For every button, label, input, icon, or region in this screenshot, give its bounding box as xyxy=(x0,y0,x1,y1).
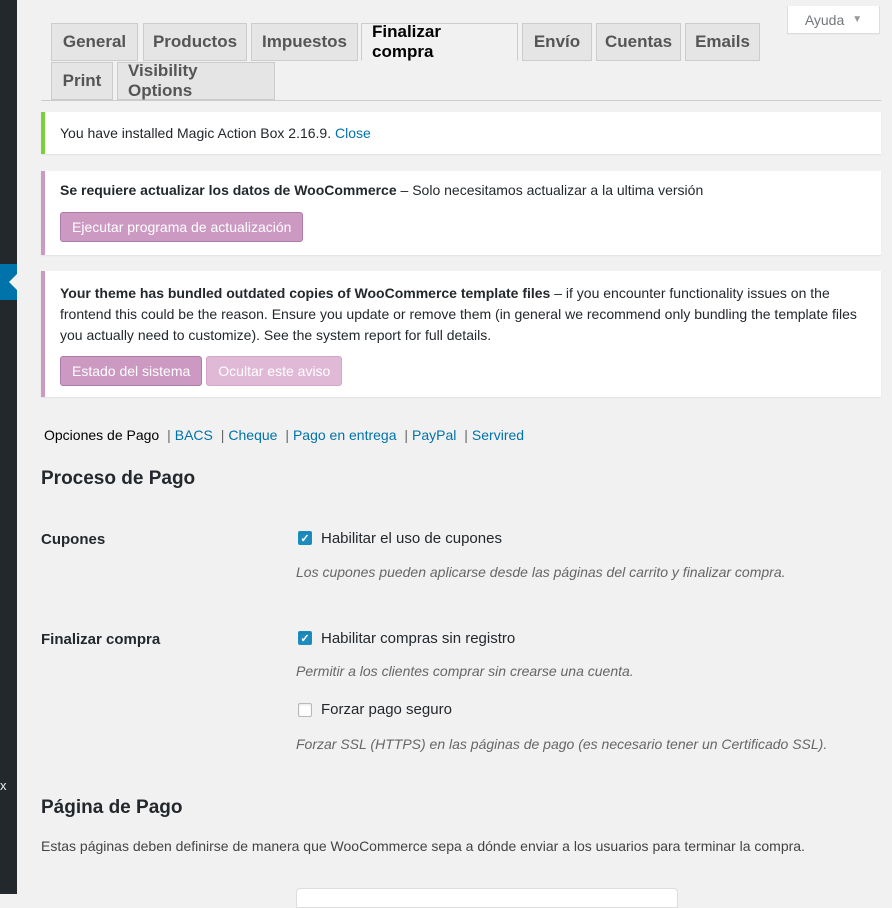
subnav-separator: | xyxy=(464,427,468,443)
settings-tabs: General Productos Impuestos Finalizar co… xyxy=(41,22,881,101)
system-status-button[interactable]: Estado del sistema xyxy=(60,356,203,386)
desc-coupons: Los cupones pueden aplicarse desde las p… xyxy=(296,564,786,580)
checkbox-force-ssl[interactable] xyxy=(298,703,312,717)
notice-woo-update: Se requiere actualizar los datos de WooC… xyxy=(41,171,881,255)
active-arrow-icon xyxy=(9,274,17,290)
sidebar-glyph: x xyxy=(0,778,7,793)
tab-envio[interactable]: Envío xyxy=(522,23,592,61)
subnav-link-servired[interactable]: Servired xyxy=(472,427,524,443)
subnav-link-bacs[interactable]: BACS xyxy=(175,427,213,443)
tab-productos[interactable]: Productos xyxy=(143,23,247,61)
notice-close-link[interactable]: Close xyxy=(335,125,371,141)
subnav-link-pago-entrega[interactable]: Pago en entrega xyxy=(293,427,397,443)
label-checkout: Finalizar compra xyxy=(41,631,161,648)
checkmark-icon: ✓ xyxy=(300,532,310,545)
notice-theme-title: Your theme has bundled outdated copies o… xyxy=(60,285,551,301)
label-coupons: Cupones xyxy=(41,531,106,548)
tab-impuestos[interactable]: Impuestos xyxy=(251,23,358,61)
checkbox-enable-coupons[interactable]: ✓ xyxy=(298,531,312,545)
notice-update-text: – Solo necesitamos actualizar a la ultim… xyxy=(396,182,704,198)
tab-visibility-options[interactable]: Visibility Options xyxy=(117,61,275,100)
desc-guest: Permitir a los clientes comprar sin crea… xyxy=(296,663,634,679)
section-title-process: Proceso de Pago xyxy=(41,468,196,489)
run-update-button[interactable]: Ejecutar programa de actualización xyxy=(60,212,304,242)
tab-emails[interactable]: Emails xyxy=(685,23,760,61)
checkbox-guest-checkout[interactable]: ✓ xyxy=(298,631,312,645)
subnav-link-paypal[interactable]: PayPal xyxy=(412,427,456,443)
tab-cuentas[interactable]: Cuentas xyxy=(596,23,681,61)
pages-intro: Estas páginas deben definirse de manera … xyxy=(41,838,805,854)
tab-finalizar-compra[interactable]: Finalizar compra xyxy=(361,22,518,61)
notice-mab-text: You have installed Magic Action Box 2.16… xyxy=(60,125,332,141)
checkbox-label-ssl: Forzar pago seguro xyxy=(321,701,452,718)
desc-ssl: Forzar SSL (HTTPS) en las páginas de pag… xyxy=(296,736,828,752)
notice-magic-action-box: You have installed Magic Action Box 2.16… xyxy=(41,112,881,154)
notice-outdated-templates: Your theme has bundled outdated copies o… xyxy=(41,271,881,397)
checkmark-icon: ✓ xyxy=(300,632,310,645)
payment-subnav: Opciones de Pago | BACS | Cheque | Pago en … xyxy=(44,427,524,443)
subnav-link-cheque[interactable]: Cheque xyxy=(228,427,277,443)
subnav-separator: | xyxy=(167,427,171,443)
section-title-pages: Página de Pago xyxy=(41,797,183,818)
subnav-separator: | xyxy=(404,427,409,443)
page-select-input[interactable] xyxy=(296,888,678,908)
notice-update-title: Se requiere actualizar los datos de WooC… xyxy=(60,182,397,198)
tab-general[interactable]: General xyxy=(51,23,138,61)
checkbox-label-coupons: Habilitar el uso de cupones xyxy=(321,530,502,547)
tab-print[interactable]: Print xyxy=(51,62,113,100)
checkbox-label-guest: Habilitar compras sin registro xyxy=(321,630,516,647)
admin-sidebar: x xyxy=(0,0,17,894)
subnav-separator: | xyxy=(285,427,289,443)
subnav-separator: | xyxy=(220,427,225,443)
hide-notice-button[interactable]: Ocultar este aviso xyxy=(206,356,343,386)
sidebar-active-item[interactable] xyxy=(0,264,17,300)
subnav-current: Opciones de Pago xyxy=(44,427,160,443)
